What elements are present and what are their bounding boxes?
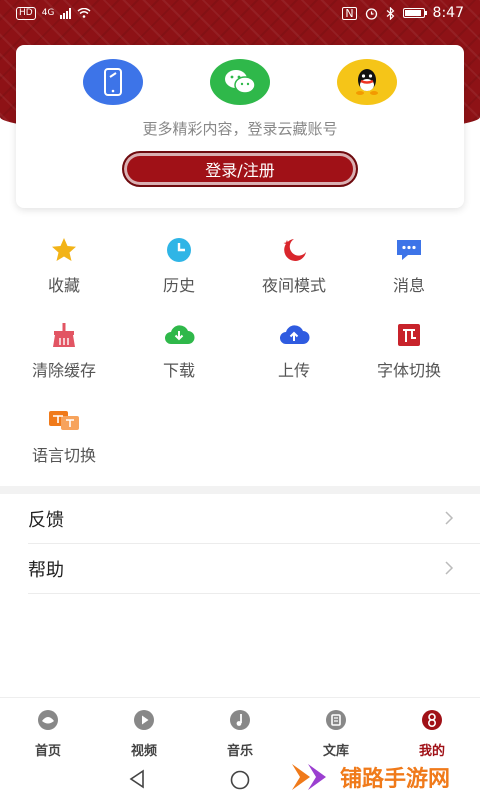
chevron-right-icon (445, 561, 454, 575)
wechat-login-button[interactable] (210, 59, 270, 105)
phone-icon (104, 68, 122, 96)
download-cloud-icon (165, 325, 195, 344)
broom-icon (53, 323, 75, 347)
feature-label: 收藏 (47, 276, 80, 295)
help-label: 帮助 (28, 559, 64, 581)
video-icon (134, 710, 154, 730)
phone-login-button[interactable] (83, 59, 143, 105)
feature-messages[interactable]: 消息 (354, 236, 464, 296)
tab-library[interactable]: 文库 (288, 698, 384, 759)
library-icon (326, 710, 346, 730)
login-register-button[interactable]: 登录/注册 (122, 151, 358, 187)
feature-label: 清除缓存 (31, 361, 96, 380)
message-icon (397, 240, 421, 260)
watermark-text: 铺路手游网 (340, 767, 451, 792)
feature-label: 下载 (162, 361, 195, 380)
status-time: 8:47 (432, 5, 464, 21)
signal-icon (60, 7, 72, 19)
qq-login-button[interactable] (337, 59, 397, 105)
feature-favorites[interactable]: 收藏 (9, 236, 119, 296)
feature-download[interactable]: 下载 (124, 321, 234, 381)
section-divider (0, 486, 480, 494)
feature-label: 字体切换 (376, 361, 441, 380)
feature-label: 历史 (162, 276, 195, 295)
login-card: 更多精彩内容，登录云藏账号 登录/注册 (16, 45, 464, 208)
tab-video[interactable]: 视频 (96, 698, 192, 759)
tab-profile[interactable]: 我的 (384, 698, 480, 759)
bottom-tab-bar: 首页 视频 音乐 文库 我的 (0, 697, 480, 759)
help-row[interactable]: 帮助 (28, 544, 480, 594)
feature-label: 上传 (277, 361, 310, 380)
status-bar: HD 4G N 8:47 (0, 0, 480, 26)
star-icon (52, 238, 76, 261)
upload-cloud-icon (280, 325, 310, 344)
alarm-icon (365, 7, 377, 20)
back-nav-icon[interactable] (128, 769, 146, 789)
battery-icon (402, 8, 427, 18)
feature-font-switch[interactable]: 字体切换 (354, 321, 464, 381)
feature-history[interactable]: 历史 (124, 236, 234, 296)
music-icon (230, 710, 250, 730)
watermark: 铺路手游网 (290, 757, 475, 797)
watermark-logo-icon (292, 764, 326, 790)
feature-label: 消息 (392, 276, 425, 295)
feedback-row[interactable]: 反馈 (28, 494, 480, 544)
feature-label: 夜间模式 (261, 276, 326, 295)
qq-icon (356, 69, 378, 95)
wechat-icon (225, 70, 256, 94)
profile-icon (422, 710, 442, 730)
wifi-icon (77, 8, 91, 18)
bluetooth-icon (386, 6, 394, 20)
feature-label: 语言切换 (31, 446, 96, 465)
feature-night-mode[interactable]: 夜间模式 (239, 236, 349, 296)
feature-upload[interactable]: 上传 (239, 321, 349, 381)
login-tagline: 更多精彩内容，登录云藏账号 (142, 120, 338, 138)
moon-icon (283, 239, 306, 261)
feedback-label: 反馈 (28, 509, 64, 531)
clock-icon (167, 238, 191, 262)
home-icon (38, 710, 58, 730)
language-icon (49, 411, 79, 430)
feature-clear-cache[interactable]: 清除缓存 (9, 321, 119, 381)
tab-music[interactable]: 音乐 (192, 698, 288, 759)
home-nav-icon[interactable] (229, 769, 251, 791)
feature-language-switch[interactable]: 语言切换 (9, 406, 119, 466)
chevron-right-icon (445, 511, 454, 525)
hd-badge: HD (16, 6, 36, 20)
network-type: 4G (41, 8, 55, 18)
font-icon (398, 324, 420, 346)
tab-home[interactable]: 首页 (0, 698, 96, 759)
nfc-icon: N (342, 6, 357, 20)
